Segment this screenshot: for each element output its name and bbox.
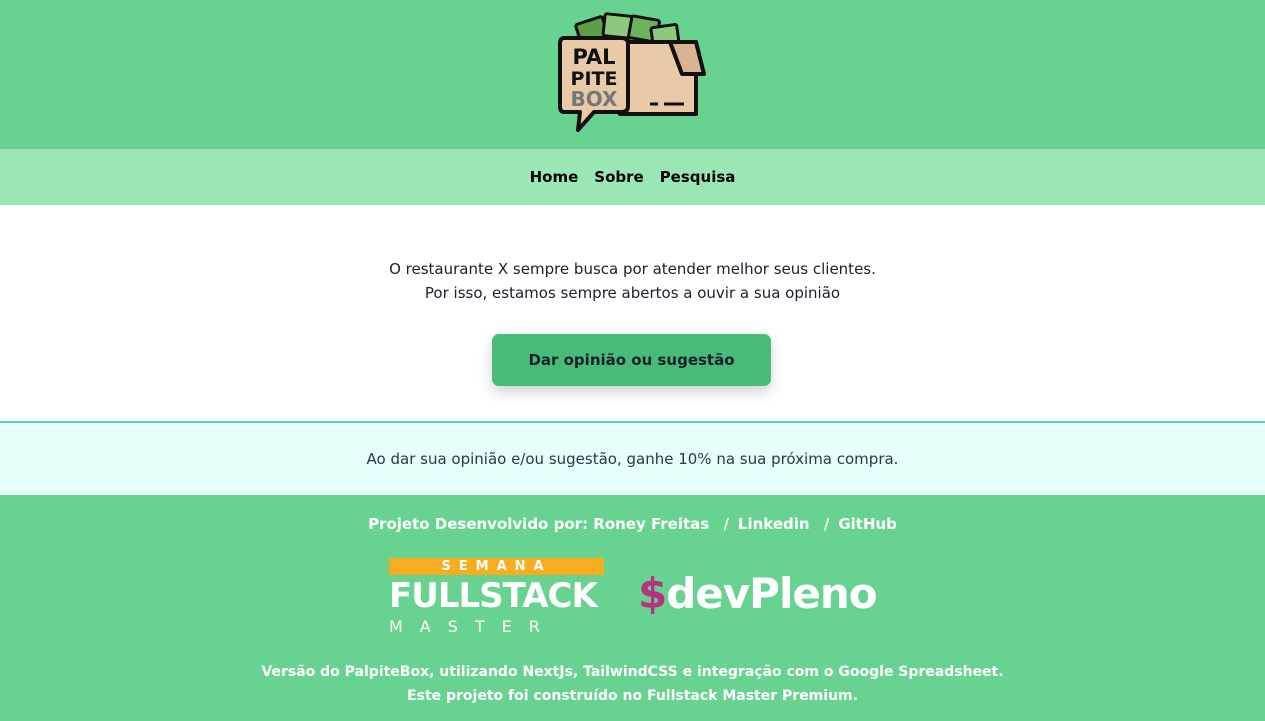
linkedin-link[interactable]: Linkedin bbox=[738, 515, 810, 533]
logo-text-box: BOX bbox=[571, 87, 619, 111]
discount-notice-text: Ao dar sua opinião e/ou sugestão, ganhe … bbox=[366, 450, 899, 468]
nav-link-home[interactable]: Home bbox=[530, 168, 579, 186]
give-opinion-button[interactable]: Dar opinião ou sugestão bbox=[492, 334, 771, 386]
devpleno-name: devPleno bbox=[666, 569, 877, 618]
author-link[interactable]: Roney Freitas bbox=[593, 515, 709, 533]
discount-notice: Ao dar sua opinião e/ou sugestão, ganhe … bbox=[0, 421, 1265, 495]
version-line-1: Versão do PalpiteBox, utilizando NextJs,… bbox=[261, 664, 1004, 680]
logo-text-pal: PAL bbox=[572, 45, 615, 69]
devpleno-logo: $devPleno bbox=[638, 569, 878, 618]
nav-link-sobre[interactable]: Sobre bbox=[594, 168, 643, 186]
main-content: O restaurante X sempre busca por atender… bbox=[0, 205, 1265, 421]
footer-credits: Projeto Desenvolvido por: Roney Freitas … bbox=[0, 515, 1265, 533]
fs-logo-master: MASTER bbox=[389, 617, 557, 636]
credits-separator: / bbox=[823, 515, 830, 533]
nav-link-pesquisa[interactable]: Pesquisa bbox=[660, 168, 736, 186]
palpitebox-logo[interactable]: PAL PITE BOX bbox=[558, 12, 708, 136]
version-info: Versão do PalpiteBox, utilizando NextJs,… bbox=[0, 660, 1265, 708]
semana-fullstack-master-logo: SEMANA FULLSTACK MASTER bbox=[389, 558, 604, 636]
intro-line-1: O restaurante X sempre busca por atender… bbox=[389, 260, 876, 278]
intro-text: O restaurante X sempre busca por atender… bbox=[0, 257, 1265, 305]
credits-separator: / bbox=[723, 515, 729, 533]
credits-prefix: Projeto Desenvolvido por: bbox=[368, 515, 589, 533]
github-link[interactable]: GitHub bbox=[838, 515, 897, 533]
fs-logo-fullstack: FULLSTACK bbox=[389, 576, 598, 616]
version-line-2: Este projeto foi construído no Fullstack… bbox=[407, 688, 858, 704]
devpleno-dollar: $ bbox=[638, 569, 667, 618]
intro-line-2: Por isso, estamos sempre abertos a ouvir… bbox=[424, 284, 841, 302]
site-footer: Projeto Desenvolvido por: Roney Freitas … bbox=[0, 495, 1265, 721]
fs-logo-semana: SEMANA bbox=[389, 558, 604, 575]
main-nav: Home Sobre Pesquisa bbox=[0, 149, 1265, 205]
site-header: PAL PITE BOX bbox=[0, 0, 1265, 149]
